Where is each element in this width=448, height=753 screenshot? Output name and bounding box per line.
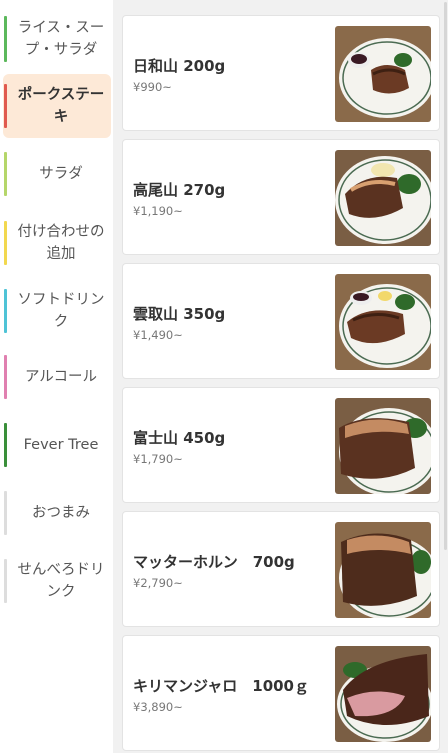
menu-item-name: キリマンジャロ 1000ｇ (133, 677, 309, 695)
menu-app: ライス・スープ・サラダ ポークステーキ サラダ 付け合わせの追加 ソフトドリンク… (0, 0, 448, 753)
sidebar-item-label: おつまみ (32, 505, 90, 521)
sidebar-item-label: せんべろドリンク (17, 562, 105, 600)
category-sidebar: ライス・スープ・サラダ ポークステーキ サラダ 付け合わせの追加 ソフトドリンク… (0, 0, 113, 753)
steak-270g-photo (335, 150, 431, 246)
steak-1000g-photo (335, 646, 431, 742)
menu-item-price: ¥1,490~ (133, 328, 183, 342)
sidebar-item-senbero-drink[interactable]: せんべろドリンク (3, 550, 111, 612)
sidebar-item-label: ポークステーキ (17, 87, 105, 125)
menu-item-card[interactable]: マッターホルン 700g ¥2,790~ (122, 511, 440, 627)
sidebar-item-label: サラダ (39, 166, 83, 182)
steak-700g-photo (335, 522, 431, 618)
steak-450g-photo (335, 398, 431, 494)
menu-item-price: ¥1,190~ (133, 204, 183, 218)
sidebar-item-fever-tree[interactable]: Fever Tree (3, 416, 111, 474)
menu-item-name: 雲取山 350g (133, 305, 226, 323)
sidebar-item-soft-drink[interactable]: ソフトドリンク (3, 280, 111, 342)
sidebar-item-side-addition[interactable]: 付け合わせの追加 (3, 212, 111, 274)
menu-item-price: ¥1,790~ (133, 452, 183, 466)
category-color-bar (4, 221, 7, 265)
category-color-bar (4, 152, 7, 196)
menu-item-name: 富士山 450g (133, 429, 226, 447)
category-color-bar (4, 491, 7, 535)
category-color-bar (4, 423, 7, 467)
menu-item-card[interactable]: キリマンジャロ 1000ｇ ¥3,890~ (122, 635, 440, 751)
steak-350g-photo (335, 274, 431, 370)
menu-item-list[interactable]: 日和山 200g ¥990~ 高尾山 270g ¥1,190~ 雲取山 350g… (113, 0, 448, 753)
sidebar-item-snacks[interactable]: おつまみ (3, 484, 111, 542)
menu-item-price: ¥2,790~ (133, 576, 183, 590)
category-color-bar (4, 559, 7, 603)
sidebar-item-label: Fever Tree (23, 437, 99, 453)
menu-item-card[interactable]: 高尾山 270g ¥1,190~ (122, 139, 440, 255)
sidebar-item-label: ソフトドリンク (17, 292, 105, 330)
category-color-bar (4, 16, 7, 62)
menu-item-card[interactable]: 日和山 200g ¥990~ (122, 15, 440, 131)
sidebar-item-rice-soup-salad[interactable]: ライス・スープ・サラダ (3, 6, 111, 72)
steak-200g-photo (335, 26, 431, 122)
sidebar-item-label: アルコール (24, 369, 98, 385)
category-color-bar (4, 355, 7, 399)
sidebar-item-salad[interactable]: サラダ (3, 144, 111, 204)
category-color-bar (4, 84, 7, 128)
sidebar-item-label: 付け合わせの追加 (17, 224, 105, 262)
menu-item-name: マッターホルン 700g (133, 553, 295, 571)
menu-item-name: 日和山 200g (133, 57, 226, 75)
sidebar-item-alcohol[interactable]: アルコール (3, 348, 111, 406)
sidebar-item-pork-steak[interactable]: ポークステーキ (3, 74, 111, 138)
menu-item-name: 高尾山 270g (133, 181, 226, 199)
sidebar-item-label: ライス・スープ・サラダ (17, 20, 105, 58)
category-color-bar (4, 289, 7, 333)
menu-item-price: ¥990~ (133, 80, 172, 94)
menu-item-card[interactable]: 富士山 450g ¥1,790~ (122, 387, 440, 503)
menu-item-card[interactable]: 雲取山 350g ¥1,490~ (122, 263, 440, 379)
list-scrollbar[interactable] (444, 2, 447, 550)
menu-item-price: ¥3,890~ (133, 700, 183, 714)
